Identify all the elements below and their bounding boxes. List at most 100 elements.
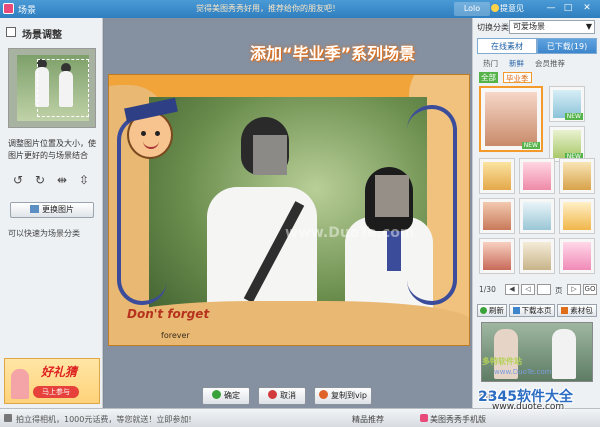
material-actions: 刷新 下载本页 素材包 <box>477 304 597 318</box>
rotate-right-icon[interactable]: ↻ <box>32 172 48 188</box>
close-button[interactable]: ✕ <box>580 3 594 14</box>
cartoon-eye <box>141 131 146 136</box>
copy-to-vip-button[interactable]: 复制到vip <box>314 387 372 405</box>
cancel-label: 取消 <box>280 391 296 400</box>
go-button[interactable]: GO <box>583 284 597 295</box>
filter-graduation[interactable]: 毕业季 <box>503 72 532 83</box>
replace-image-label: 更换图片 <box>42 205 74 214</box>
material-thumbnail <box>523 202 551 230</box>
frame-stripe <box>407 105 457 305</box>
material-item[interactable]: NEW <box>549 86 585 122</box>
site-watermark-url: www.duote.com <box>492 402 565 412</box>
promo-banner[interactable]: 觉得美图秀秀好用，推荐给你的朋友吧！ <box>196 3 340 14</box>
feedback-icon <box>491 4 499 12</box>
ad-figure <box>552 329 576 379</box>
refresh-button[interactable]: 刷新 <box>477 304 507 317</box>
material-item[interactable] <box>559 158 595 194</box>
user-account[interactable]: Lolo <box>454 2 490 16</box>
promo-join-button[interactable]: 马上参与 <box>33 386 79 398</box>
page-input[interactable] <box>537 284 551 295</box>
title-bar: 场景 觉得美图秀秀好用，推荐给你的朋友吧！ Lolo 提意见 — □ ✕ <box>0 0 600 18</box>
material-item[interactable] <box>519 158 555 194</box>
first-page-button[interactable]: ◀ <box>505 284 519 295</box>
image-watermark: www.DuoTe.com <box>285 225 415 241</box>
material-tabs: 在线素材 已下载(19) <box>477 38 597 54</box>
flip-vertical-icon[interactable]: ⇳ <box>76 172 92 188</box>
cartoon-graduate-sticker <box>124 97 178 159</box>
photo[interactable] <box>149 97 433 327</box>
replace-image-button[interactable]: 更换图片 <box>10 202 94 218</box>
rotate-left-icon[interactable]: ↺ <box>10 172 26 188</box>
cartoon-eye <box>155 131 160 136</box>
download-icon <box>512 307 520 314</box>
tab-online[interactable]: 在线素材 <box>477 38 537 54</box>
site-watermark-tag: 多特软件站 <box>482 357 522 366</box>
material-subtabs: 热门 新鲜 会员推荐 <box>479 58 597 70</box>
status-promo-link[interactable]: 拍立得相机，1000元话费，等您就送！立即参加! <box>16 414 192 425</box>
material-thumbnail <box>485 92 537 146</box>
minimize-button[interactable]: — <box>544 3 558 14</box>
subtab-new[interactable]: 新鲜 <box>509 58 524 69</box>
mobile-app-icon <box>420 414 428 422</box>
tab-downloaded[interactable]: 已下载(19) <box>537 38 597 54</box>
category-value: 可爱场景 <box>513 22 545 31</box>
material-thumbnail <box>523 162 551 190</box>
featured-link[interactable]: 精品推荐 <box>352 414 384 425</box>
pack-icon <box>561 307 569 314</box>
flip-horizontal-icon[interactable]: ⇹ <box>54 172 70 188</box>
preview-thumbnail[interactable] <box>8 48 96 128</box>
gift-promo[interactable]: 好礼猜 马上参与 <box>4 358 100 404</box>
filter-all[interactable]: 全部 <box>479 72 498 83</box>
pager: 1/30 ◀ ◁ 页 ▷ GO <box>479 284 597 296</box>
maximize-button[interactable]: □ <box>561 3 575 14</box>
crop-frame[interactable] <box>37 59 89 117</box>
material-item[interactable] <box>559 238 595 274</box>
material-item[interactable] <box>479 198 515 234</box>
refresh-label: 刷新 <box>489 306 504 315</box>
material-panel: 切换分类 可爱场景 ▼ 在线素材 已下载(19) 热门 新鲜 会员推荐 全部 毕… <box>472 18 600 408</box>
material-filters: 全部 毕业季 <box>479 72 597 84</box>
category-select[interactable]: 可爱场景 ▼ <box>509 20 595 34</box>
category-label: 切换分类 <box>477 23 509 32</box>
download-page-button[interactable]: 下载本页 <box>509 304 555 317</box>
app-icon <box>3 3 14 14</box>
material-thumbnail <box>523 242 551 270</box>
material-item[interactable]: NEW <box>549 126 585 162</box>
confirm-button[interactable]: 确定 <box>202 387 250 405</box>
blurred-face <box>253 135 287 175</box>
adjust-description: 调整图片位置及大小，使图片更好的与场景结合 <box>8 139 96 160</box>
material-item[interactable] <box>559 198 595 234</box>
left-panel: 场景调整 调整图片位置及大小，使图片更好的与场景结合 ↺ ↻ ⇹ ⇳ 更换图片 … <box>0 18 103 408</box>
frame-caption: Don't forget <box>127 307 210 321</box>
prev-page-button[interactable]: ◁ <box>521 284 535 295</box>
window-title: 场景 <box>18 6 37 16</box>
promo-figure <box>11 369 29 399</box>
material-thumbnail <box>483 162 511 190</box>
scene-adjust-icon <box>6 27 16 37</box>
site-watermark-tag-url: www.DuoTe.com <box>494 368 552 376</box>
material-item[interactable] <box>479 238 515 274</box>
material-item[interactable] <box>519 238 555 274</box>
copy-label: 复制到vip <box>330 391 368 400</box>
action-bar: 确定 取消 复制到vip <box>104 384 472 408</box>
cancel-button[interactable]: 取消 <box>258 387 306 405</box>
cancel-icon <box>268 390 277 399</box>
next-page-button[interactable]: ▷ <box>567 284 581 295</box>
image-icon <box>30 205 39 213</box>
feedback-link[interactable]: 提意见 <box>500 3 524 14</box>
category-hint: 可以快速为场景分类 <box>8 229 80 238</box>
transform-tools: ↺ ↻ ⇹ ⇳ <box>10 172 96 188</box>
subtab-vip[interactable]: 会员推荐 <box>535 58 565 69</box>
scene-frame[interactable]: Don't forget forever www.DuoTe.com <box>108 74 470 346</box>
new-badge: NEW <box>564 113 583 120</box>
material-item-selected[interactable]: NEW <box>479 86 543 152</box>
material-item[interactable] <box>519 198 555 234</box>
page-unit: 页 <box>555 286 563 295</box>
page-count: 1/30 <box>479 285 496 294</box>
material-thumbnail <box>563 242 591 270</box>
material-item[interactable] <box>479 158 515 194</box>
material-pack-button[interactable]: 素材包 <box>557 304 597 317</box>
mobile-app-link[interactable]: 美图秀秀手机版 <box>430 414 486 425</box>
new-badge: NEW <box>521 142 540 149</box>
subtab-hot[interactable]: 热门 <box>483 58 498 69</box>
